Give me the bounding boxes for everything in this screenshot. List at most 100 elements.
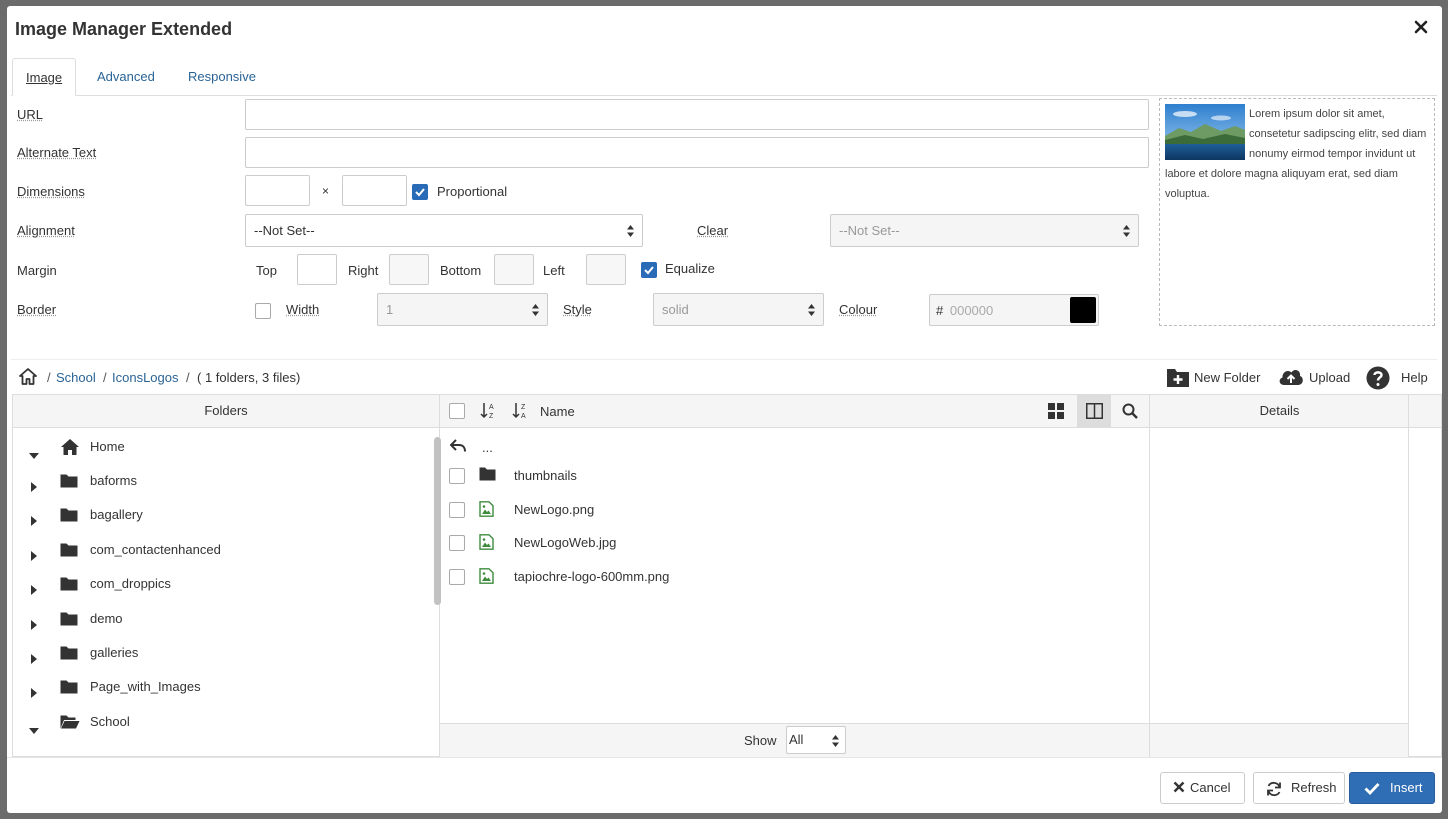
caret-right-icon[interactable] (31, 614, 38, 638)
parent-folder-label: ... (482, 440, 493, 455)
parent-folder-row[interactable]: ... (440, 433, 1149, 463)
new-folder-button[interactable]: New Folder (1166, 366, 1296, 390)
caret-right-icon[interactable] (31, 682, 38, 706)
file-row[interactable]: NewLogo.png (440, 495, 1149, 525)
select-arrows-icon (532, 304, 539, 316)
breadcrumb-school[interactable]: School (56, 370, 96, 385)
refresh-button[interactable]: Refresh (1253, 772, 1345, 804)
sort-ascending-icon[interactable]: AZ (480, 402, 498, 420)
border-style-select[interactable]: solid (653, 293, 824, 326)
svg-text:Z: Z (489, 413, 494, 420)
tab-responsive[interactable]: Responsive (175, 58, 269, 96)
sort-descending-icon[interactable]: ZA (512, 402, 530, 420)
caret-down-icon[interactable] (29, 719, 39, 743)
close-icon (1414, 20, 1428, 34)
caret-right-icon[interactable] (31, 510, 38, 534)
margin-top-input[interactable] (297, 254, 337, 285)
proportional-checkbox[interactable] (412, 184, 428, 200)
select-arrows-icon (627, 225, 634, 237)
columns-view-button[interactable] (1077, 395, 1111, 427)
folder-tree-item[interactable]: demo (13, 607, 428, 631)
alignment-select[interactable]: --Not Set-- (245, 214, 643, 247)
border-colour-label: Colour (839, 302, 878, 317)
close-icon (1173, 781, 1185, 793)
show-count-value: All (789, 732, 804, 747)
width-input[interactable] (245, 175, 310, 206)
svg-text:A: A (521, 413, 526, 420)
caret-right-icon[interactable] (31, 476, 38, 500)
folder-plus-icon (1167, 369, 1189, 387)
close-button[interactable] (1414, 20, 1428, 34)
border-width-label: Width (286, 302, 320, 317)
border-width-select[interactable]: 1 (377, 293, 548, 326)
search-icon[interactable] (1122, 403, 1138, 419)
grid-view-icon[interactable] (1048, 403, 1064, 419)
select-all-checkbox[interactable] (449, 403, 465, 419)
help-button[interactable]: Help (1366, 366, 1432, 390)
folder-tree-item[interactable]: baforms (13, 469, 428, 493)
border-width-value: 1 (386, 302, 394, 317)
margin-right-input[interactable] (389, 254, 429, 285)
alt-text-input[interactable] (245, 137, 1149, 168)
height-input[interactable] (342, 175, 407, 206)
checkmark-icon (644, 266, 654, 275)
folder-icon (60, 541, 78, 565)
margin-right-label: Right (348, 263, 379, 278)
show-count-select[interactable]: All (786, 726, 846, 754)
select-arrows-icon (1123, 225, 1130, 237)
file-row-checkbox[interactable] (449, 468, 465, 484)
insert-label: Insert (1390, 780, 1423, 795)
file-row-checkbox[interactable] (449, 569, 465, 585)
home-icon[interactable] (19, 368, 37, 385)
folder-icon (60, 644, 78, 668)
folder-tree-item[interactable]: Home (13, 435, 428, 459)
equalize-label: Equalize (665, 261, 715, 276)
checkmark-icon (415, 188, 425, 197)
upload-button[interactable]: Upload (1278, 366, 1358, 390)
svg-text:A: A (489, 404, 494, 411)
svg-text:Z: Z (521, 404, 526, 411)
breadcrumb-iconslogos[interactable]: IconsLogos (112, 370, 179, 385)
equalize-checkbox[interactable] (641, 262, 657, 278)
folder-tree-item[interactable]: Page_with_Images (13, 675, 428, 699)
folder-tree-label: com_droppics (90, 576, 171, 591)
caret-right-icon[interactable] (31, 579, 38, 603)
tab-image[interactable]: Image (12, 58, 77, 96)
folder-tree-item[interactable]: galleries (13, 641, 428, 665)
tab-advanced[interactable]: Advanced (84, 58, 168, 96)
folder-tree-item[interactable]: bagallery (13, 503, 428, 527)
name-column-header[interactable]: Name (540, 404, 575, 419)
colour-swatch[interactable] (1070, 297, 1096, 323)
folder-tree-item[interactable]: School (13, 710, 428, 734)
folder-tree-item[interactable]: com_droppics (13, 572, 428, 596)
folder-tree-label: com_contactenhanced (90, 542, 221, 557)
file-row[interactable]: thumbnails (440, 461, 1149, 491)
proportional-label: Proportional (437, 184, 508, 199)
clear-select[interactable]: --Not Set-- (830, 214, 1139, 247)
folder-tree-item[interactable]: com_contactenhanced (13, 538, 428, 562)
margin-bottom-input[interactable] (494, 254, 534, 285)
caret-down-icon[interactable] (29, 444, 39, 468)
file-row-checkbox[interactable] (449, 535, 465, 551)
caret-right-icon[interactable] (31, 648, 38, 672)
folder-icon (60, 575, 78, 599)
clear-label: Clear (697, 223, 729, 238)
file-row-checkbox[interactable] (449, 502, 465, 518)
border-checkbox[interactable] (255, 303, 271, 319)
help-label: Help (1401, 370, 1428, 385)
url-input[interactable] (245, 99, 1149, 130)
file-row[interactable]: tapiochre-logo-600mm.png (440, 562, 1149, 592)
dimensions-label: Dimensions (17, 184, 85, 199)
cancel-button[interactable]: Cancel (1160, 772, 1245, 804)
help-icon (1366, 366, 1390, 390)
select-arrows-icon (832, 735, 839, 747)
margin-left-input[interactable] (586, 254, 626, 285)
caret-right-icon[interactable] (31, 545, 38, 569)
breadcrumb-separator: / (186, 370, 190, 385)
border-colour-input[interactable]: # 000000 (929, 294, 1099, 326)
folder-tree-label: galleries (90, 645, 139, 660)
insert-button[interactable]: Insert (1349, 772, 1435, 804)
file-row[interactable]: NewLogoWeb.jpg (440, 528, 1149, 558)
folder-tree-label: baforms (90, 473, 137, 488)
margin-left-label: Left (543, 263, 565, 278)
